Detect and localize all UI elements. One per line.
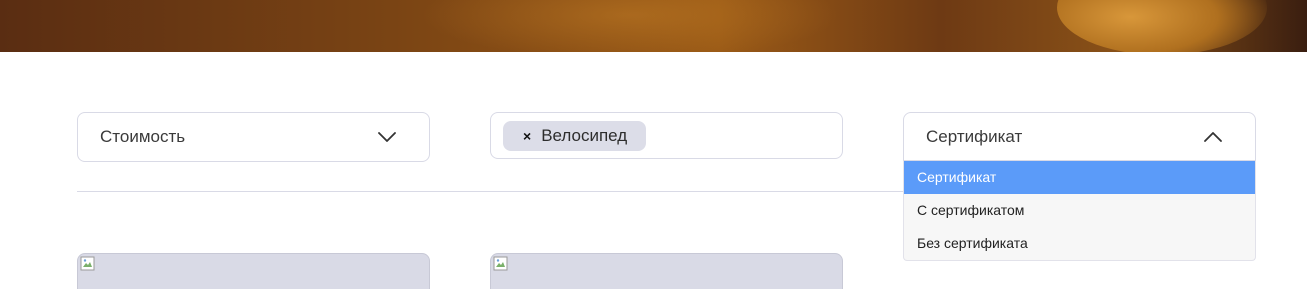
product-card[interactable]	[490, 253, 843, 289]
chevron-down-icon	[377, 127, 397, 147]
certificate-option[interactable]: Без сертификата	[904, 227, 1255, 260]
price-filter-select[interactable]: Стоимость	[77, 112, 430, 162]
certificate-filter-select[interactable]: Сертификат	[903, 112, 1256, 161]
hero-glow	[420, 0, 840, 52]
category-tag-label: Велосипед	[541, 125, 628, 145]
product-card[interactable]	[77, 253, 430, 289]
hero-image-detail	[1057, 0, 1267, 52]
remove-tag-icon[interactable]: ×	[523, 128, 531, 144]
broken-image-icon	[493, 256, 509, 272]
hero-banner	[0, 0, 1307, 52]
broken-image-icon	[80, 256, 96, 272]
divider	[77, 191, 903, 192]
certificate-dropdown-list: Сертификат С сертификатом Без сертификат…	[903, 161, 1256, 261]
chevron-up-icon	[1203, 127, 1223, 147]
certificate-option[interactable]: Сертификат	[904, 161, 1255, 194]
category-tag: × Велосипед	[503, 120, 647, 151]
certificate-option[interactable]: С сертификатом	[904, 194, 1255, 227]
price-filter-label: Стоимость	[100, 127, 186, 146]
category-filter[interactable]: × Велосипед	[490, 112, 843, 159]
certificate-filter-label: Сертификат	[926, 126, 1023, 146]
